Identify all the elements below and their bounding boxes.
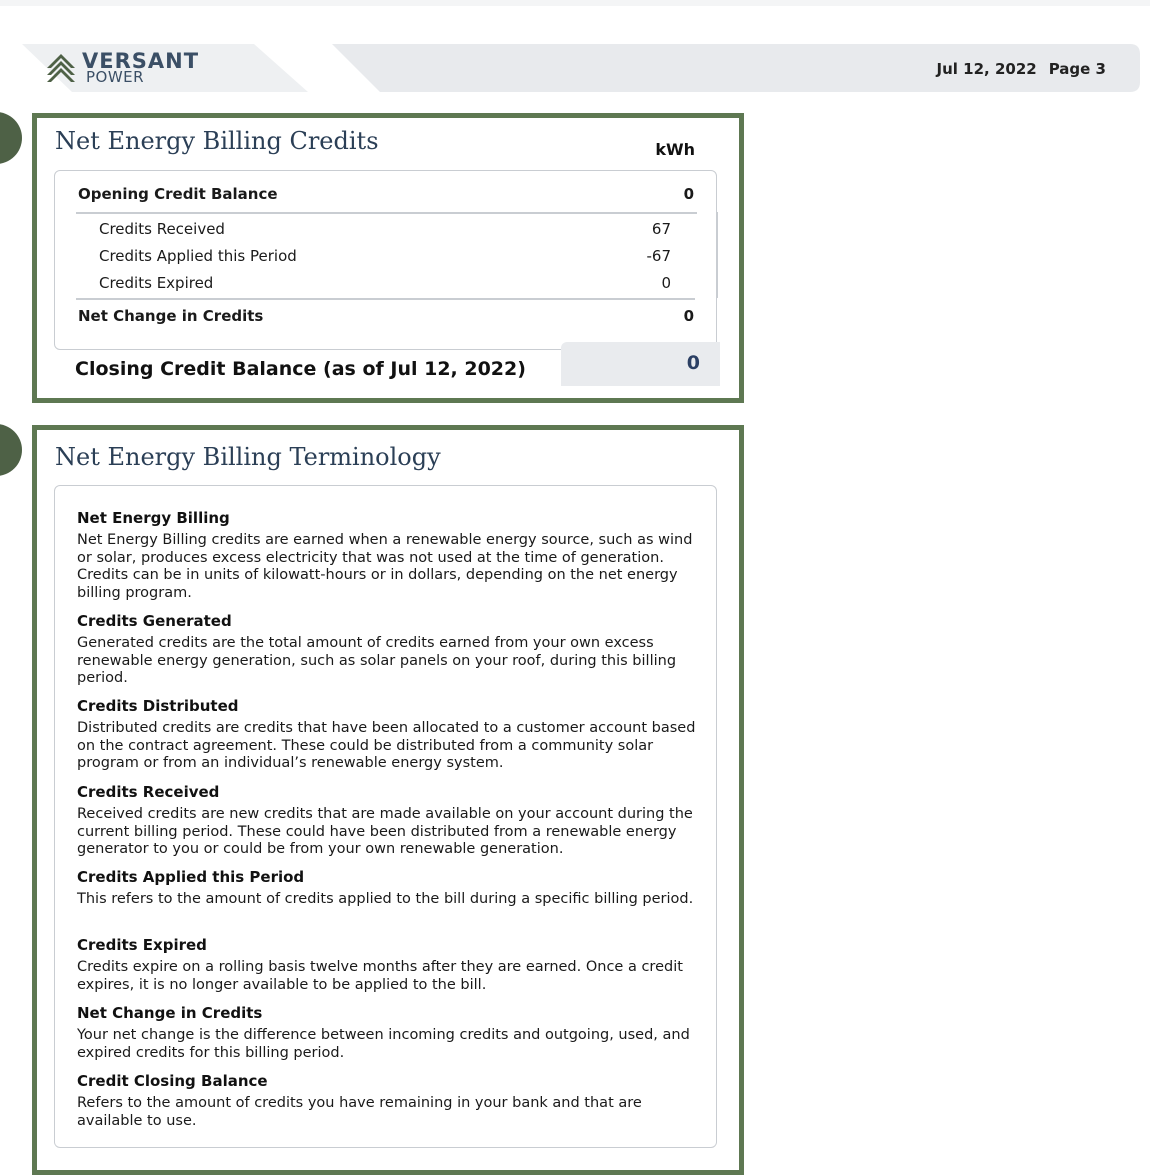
- term-definition: Net Energy Billing credits are earned wh…: [77, 532, 693, 601]
- term-heading: Credits Applied this Period: [77, 868, 305, 886]
- divider: [76, 298, 695, 300]
- section-marker-c: C: [0, 112, 22, 164]
- header-meta: Jul 12, 2022 Page 3: [937, 60, 1106, 78]
- term-item: Credits Received Received credits are ne…: [77, 783, 697, 859]
- divider: [76, 212, 697, 214]
- credits-table: Opening Credit Balance 0 Credits Receive…: [54, 170, 718, 350]
- term-definition: Refers to the amount of credits you have…: [77, 1095, 642, 1129]
- term-heading: Credits Expired: [77, 936, 207, 954]
- page-top-rule: [0, 0, 1150, 6]
- term-definition: Generated credits are the total amount o…: [77, 635, 677, 686]
- terminology-title: Net Energy Billing Terminology: [55, 443, 441, 471]
- term-definition: Distributed credits are credits that hav…: [77, 720, 696, 771]
- term-definition: Received credits are new credits that ar…: [77, 806, 693, 857]
- versant-power-logo: VERSANT POWER: [44, 50, 214, 88]
- credits-title: Net Energy Billing Credits: [55, 127, 379, 155]
- terminology-list: Net Energy Billing Net Energy Billing cr…: [54, 485, 717, 1148]
- term-heading: Credits Received: [77, 783, 220, 801]
- term-item: Net Change in Credits Your net change is…: [77, 1004, 697, 1062]
- section-marker-d: D: [0, 424, 22, 476]
- closing-balance-value: 0: [686, 352, 700, 374]
- page-number: Page 3: [1048, 60, 1106, 78]
- closing-balance-cell: 0: [561, 342, 720, 386]
- term-definition: Credits expire on a rolling basis twelve…: [77, 959, 683, 993]
- divider: [716, 212, 718, 298]
- term-item: Credits Expired Credits expire on a roll…: [77, 936, 697, 994]
- closing-balance-label: Closing Credit Balance (as of Jul 12, 20…: [75, 358, 526, 380]
- brand-subname: POWER: [86, 68, 145, 86]
- term-heading: Credits Distributed: [77, 697, 239, 715]
- term-item: Credit Closing Balance Refers to the amo…: [77, 1072, 697, 1130]
- statement-date: Jul 12, 2022: [936, 60, 1037, 78]
- credits-box: Net Energy Billing Credits kWh Opening C…: [32, 113, 744, 403]
- pine-tree-logo-icon: [47, 54, 75, 82]
- term-item: Credits Distributed Distributed credits …: [77, 697, 697, 773]
- term-heading: Net Change in Credits: [77, 1004, 263, 1022]
- term-heading: Credits Generated: [77, 612, 232, 630]
- unit-label: kWh: [655, 140, 695, 159]
- term-definition: This refers to the amount of credits app…: [77, 891, 694, 907]
- term-item: Credits Generated Generated credits are …: [77, 612, 697, 688]
- term-item: Net Energy Billing Net Energy Billing cr…: [77, 509, 697, 602]
- terminology-box: Net Energy Billing Terminology Net Energ…: [32, 425, 744, 1175]
- term-item: Credits Applied this Period This refers …: [77, 868, 697, 909]
- term-heading: Credit Closing Balance: [77, 1072, 268, 1090]
- term-heading: Net Energy Billing: [77, 509, 230, 527]
- term-definition: Your net change is the difference betwee…: [77, 1027, 690, 1061]
